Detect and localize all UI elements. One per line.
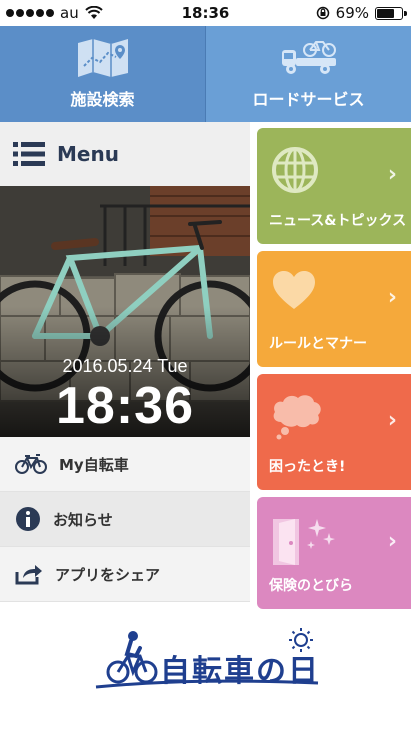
notice-item[interactable]: お知らせ [0, 492, 250, 547]
globe-icon [272, 147, 318, 193]
heart-icon [273, 271, 315, 309]
bicycle-icon [15, 454, 47, 474]
logo-area: 自転車の日 [0, 610, 411, 730]
battery-icon [375, 6, 407, 20]
my-bicycle-label: My自転車 [59, 455, 129, 474]
rules-manners-label: ルールとマナー [269, 336, 367, 352]
current-date: 2016.05.24 Tue [62, 356, 188, 376]
top-nav: 施設検索 ロードサービス [0, 26, 411, 122]
road-service-button[interactable]: ロードサービス [206, 26, 411, 122]
battery-fill [377, 8, 394, 18]
trouble-label: 困ったとき! [269, 459, 346, 475]
notice-label: お知らせ [53, 510, 113, 529]
road-service-label: ロードサービス [252, 90, 365, 109]
list-menu-icon [13, 142, 45, 166]
thought-bubble-icon [273, 395, 321, 440]
bicycle-day-logo-text: 自転車の日 [160, 654, 320, 689]
share-icon [15, 565, 42, 585]
insurance-label: 保険のとびら [269, 578, 353, 594]
chevron-right-icon: › [387, 408, 397, 433]
tow-truck-icon [281, 41, 336, 74]
menu-button[interactable]: Menu [0, 122, 250, 186]
menu-title: Menu [57, 142, 119, 166]
map-icon [77, 39, 128, 77]
news-topics-label: ニュース&トピックス [269, 213, 407, 229]
share-app-item[interactable]: アプリをシェア [0, 547, 250, 602]
chevron-right-icon: › [387, 285, 397, 310]
insurance-tile[interactable]: › 保険のとびら [257, 497, 411, 609]
news-topics-tile[interactable]: › ニュース&トピックス [257, 128, 411, 244]
rules-manners-tile[interactable]: › ルールとマナー [257, 251, 411, 367]
status-bar: au 18:36 69% [0, 0, 411, 26]
chevron-right-icon: › [387, 529, 397, 554]
trouble-tile[interactable]: › 困ったとき! [257, 374, 411, 490]
facility-search-button[interactable]: 施設検索 [0, 26, 206, 122]
chevron-right-icon: › [387, 162, 397, 187]
rotation-lock-icon [316, 6, 329, 20]
current-time: 18:36 [56, 377, 194, 435]
my-bicycle-item[interactable]: My自転車 [0, 437, 250, 492]
battery-percent: 69% [335, 4, 369, 22]
status-right: 69% [316, 0, 407, 26]
door-sparkle-icon [273, 519, 335, 565]
facility-search-label: 施設検索 [70, 90, 135, 109]
share-app-label: アプリをシェア [55, 565, 161, 584]
bicycle-photo: 2016.05.24 Tue 18:36 [0, 186, 250, 437]
info-icon [16, 507, 40, 531]
